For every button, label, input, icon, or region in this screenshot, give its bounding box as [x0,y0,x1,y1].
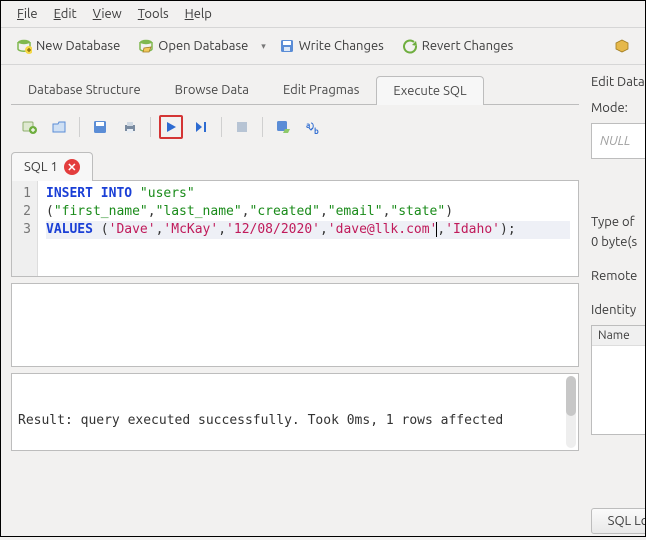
svg-text:b: b [314,127,319,135]
tab-execute-sql[interactable]: Execute SQL [376,76,483,105]
sql-log-button[interactable]: SQL Lo [591,508,645,534]
null-field[interactable]: NULL [591,123,645,159]
main-tabbar: Database Structure Browse Data Edit Prag… [11,75,579,105]
bytes-label: 0 byte(s [591,235,645,249]
revert-changes-button[interactable]: Revert Changes [393,33,523,59]
step-icon [193,119,209,135]
menu-edit[interactable]: Edit [46,4,85,24]
close-tab-icon[interactable]: ✕ [64,159,80,175]
execute-line-button[interactable] [189,115,213,139]
editor-gutter: 1 2 3 [12,181,38,276]
tab-edit-pragmas[interactable]: Edit Pragmas [266,75,376,104]
sql-editor[interactable]: 1 2 3 INSERT INTO "users"("first_name","… [11,181,579,277]
overflow-button[interactable] [605,33,639,59]
stop-button[interactable] [230,115,254,139]
new-database-label: New Database [36,39,120,53]
log-pane[interactable]: Result: query executed successfully. Too… [11,373,579,451]
sql-toolbar: ab [11,105,579,149]
tab-browse-data[interactable]: Browse Data [158,75,266,104]
log-scrollbar[interactable] [566,376,576,448]
edit-data-heading: Edit Data [591,75,645,89]
identity-name-header: Name [592,326,645,346]
print-icon [122,119,138,135]
package-icon [614,38,630,54]
menu-tools[interactable]: Tools [130,4,177,24]
new-database-button[interactable]: New Database [7,33,129,59]
save-results-button[interactable] [271,115,295,139]
find-replace-button[interactable]: ab [301,115,325,139]
results-grid[interactable] [11,283,579,367]
menu-view[interactable]: View [85,4,130,24]
identity-label: Identity [591,303,645,317]
menu-help[interactable]: Help [177,4,220,24]
identity-table[interactable]: Name [591,325,645,435]
print-button[interactable] [118,115,142,139]
execute-all-button[interactable] [159,115,183,139]
find-icon: ab [305,119,321,135]
tab-database-structure[interactable]: Database Structure [11,75,158,104]
open-database-dropdown[interactable]: ▾ [257,41,270,52]
stop-icon [235,120,249,134]
new-database-icon [16,38,32,54]
open-database-label: Open Database [158,39,248,53]
open-file-icon [51,119,67,135]
save-icon [92,119,108,135]
write-changes-label: Write Changes [299,39,384,53]
revert-changes-icon [402,38,418,54]
sql-tab-1[interactable]: SQL 1 ✕ [11,152,93,181]
open-database-icon [138,38,154,54]
save-results-icon [275,119,291,135]
remote-label: Remote [591,269,645,283]
write-changes-button[interactable]: Write Changes [270,33,393,59]
menu-file[interactable]: File [9,4,46,24]
new-tab-icon [21,119,37,135]
sql-tab-label: SQL 1 [24,160,58,174]
main-toolbar: New Database Open Database ▾ Write Chang… [1,28,645,65]
sql-editor-tabbar: SQL 1 ✕ [11,151,579,181]
open-sql-file-button[interactable] [47,115,71,139]
save-sql-button[interactable] [88,115,112,139]
right-sidebar: Edit Data Mode: NULL Type of 0 byte(s Re… [585,65,645,540]
revert-changes-label: Revert Changes [422,39,514,53]
new-sql-tab-button[interactable] [17,115,41,139]
write-changes-icon [279,38,295,54]
play-icon [164,120,178,134]
open-database-button[interactable]: Open Database [129,33,257,59]
typeof-label: Type of [591,215,645,229]
mode-label: Mode: [591,101,645,115]
menubar: File Edit View Tools Help [1,1,645,28]
editor-code[interactable]: INSERT INTO "users"("first_name","last_n… [38,181,578,276]
